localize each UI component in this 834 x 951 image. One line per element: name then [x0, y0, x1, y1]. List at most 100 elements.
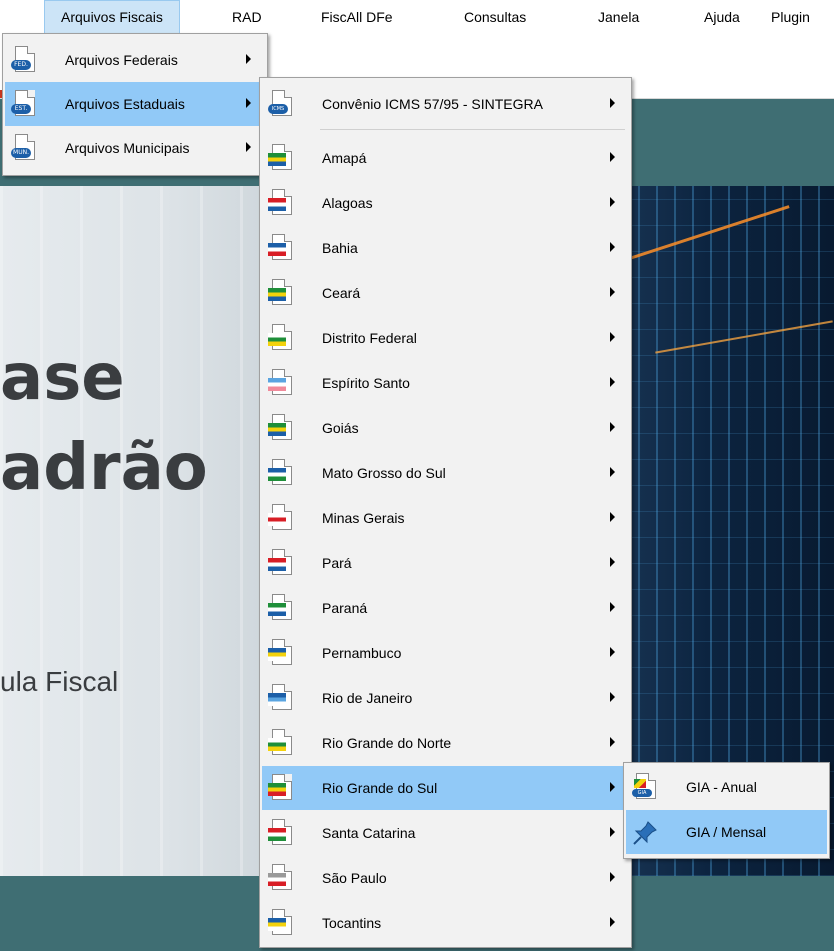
menu-separator: [320, 129, 625, 130]
state-flag-icon: [268, 504, 292, 532]
menu-item-label: Paraná: [322, 600, 368, 616]
menu-item-label: Alagoas: [322, 195, 373, 211]
menu-consultas[interactable]: Consultas: [464, 0, 526, 34]
arquivos-estaduais-menu: ICMS Convênio ICMS 57/95 - SINTEGRA Amap…: [259, 77, 632, 948]
menu-item-label: Pernambuco: [322, 645, 402, 661]
menu-item-label: Arquivos Federais: [65, 52, 178, 68]
menu-item-label: Distrito Federal: [322, 330, 417, 346]
menu-item-arquivos-municipais[interactable]: MUN. Arquivos Municipais: [5, 126, 265, 170]
menu-item-arquivos-federais[interactable]: FED. Arquivos Federais: [5, 38, 265, 82]
menu-arquivos-fiscais[interactable]: Arquivos Fiscais: [44, 0, 180, 34]
menu-item-label: Pará: [322, 555, 352, 571]
menu-item-label: Santa Catarina: [322, 825, 416, 841]
menu-ajuda[interactable]: Ajuda: [704, 0, 740, 34]
submenu-arrow-icon: [610, 782, 615, 792]
menu-item-label: Arquivos Municipais: [65, 140, 190, 156]
menu-item-label: Goiás: [322, 420, 359, 436]
menu-item-arquivos-estaduais[interactable]: EST. Arquivos Estaduais: [5, 82, 265, 126]
banner-corridor-image: [0, 186, 260, 876]
state-flag-icon: [268, 324, 292, 352]
menu-item-state[interactable]: Rio de Janeiro: [262, 676, 629, 720]
menu-item-state[interactable]: Rio Grande do Norte: [262, 721, 629, 765]
submenu-arrow-icon: [610, 692, 615, 702]
menu-item-state[interactable]: Pará: [262, 541, 629, 585]
submenu-arrow-icon: [246, 98, 251, 108]
banner-subtitle: ula Fiscal: [0, 666, 119, 697]
menu-item-label: Rio Grande do Sul: [322, 780, 438, 796]
submenu-arrow-icon: [610, 557, 615, 567]
menu-item-label: Arquivos Estaduais: [65, 96, 185, 112]
document-icms-icon: ICMS: [268, 90, 292, 118]
state-flag-icon: [268, 774, 292, 802]
state-flag-icon: [268, 279, 292, 307]
submenu-arrow-icon: [610, 737, 615, 747]
submenu-arrow-icon: [610, 512, 615, 522]
state-flag-icon: [268, 639, 292, 667]
submenu-arrow-icon: [610, 872, 615, 882]
submenu-arrow-icon: [610, 287, 615, 297]
menu-item-label: São Paulo: [322, 870, 387, 886]
state-flag-icon: [268, 729, 292, 757]
menu-item-state[interactable]: Alagoas: [262, 181, 629, 225]
menu-item-state[interactable]: Bahia: [262, 226, 629, 270]
state-flag-icon: [268, 144, 292, 172]
document-fed-icon: FED.: [11, 46, 35, 74]
menu-item-label: Minas Gerais: [322, 510, 405, 526]
menu-item-label: Rio Grande do Norte: [322, 735, 452, 751]
menu-item-state[interactable]: Distrito Federal: [262, 316, 629, 360]
state-flag-icon: [268, 684, 292, 712]
state-flag-icon: [268, 189, 292, 217]
menu-plugin[interactable]: Plugin: [771, 0, 810, 34]
menu-item-gia-anual[interactable]: GIA GIA - Anual: [626, 765, 827, 809]
menu-item-state[interactable]: Ceará: [262, 271, 629, 315]
document-est-icon: EST.: [11, 90, 35, 118]
submenu-arrow-icon: [610, 242, 615, 252]
menu-item-state[interactable]: Rio Grande do Sul: [262, 766, 629, 810]
state-flag-icon: [268, 459, 292, 487]
menu-item-label: GIA / Mensal: [686, 824, 767, 840]
submenu-arrow-icon: [610, 197, 615, 207]
menu-item-state[interactable]: Espírito Santo: [262, 361, 629, 405]
document-mun-icon: MUN.: [11, 134, 35, 162]
submenu-arrow-icon: [610, 647, 615, 657]
menu-item-state[interactable]: Tocantins: [262, 901, 629, 945]
menu-item-convenio-icms[interactable]: ICMS Convênio ICMS 57/95 - SINTEGRA: [262, 82, 629, 126]
menu-item-label: GIA - Anual: [686, 779, 757, 795]
state-flag-icon: [268, 549, 292, 577]
state-flag-icon: [268, 819, 292, 847]
document-gia-icon: GIA: [632, 773, 656, 801]
menu-item-label: Espírito Santo: [322, 375, 410, 391]
submenu-arrow-icon: [246, 54, 251, 64]
submenu-arrow-icon: [610, 332, 615, 342]
menu-fiscall-dfe[interactable]: FiscAll DFe: [321, 0, 393, 34]
submenu-arrow-icon: [610, 467, 615, 477]
submenu-arrow-icon: [610, 917, 615, 927]
menu-item-state[interactable]: Paraná: [262, 586, 629, 630]
submenu-arrow-icon: [610, 377, 615, 387]
menu-item-state[interactable]: Santa Catarina: [262, 811, 629, 855]
menu-item-state[interactable]: Mato Grosso do Sul: [262, 451, 629, 495]
menu-item-state[interactable]: Amapá: [262, 136, 629, 180]
state-flag-icon: [268, 909, 292, 937]
state-flag-icon: [268, 369, 292, 397]
menu-item-label: Convênio ICMS 57/95 - SINTEGRA: [322, 96, 543, 112]
menu-janela[interactable]: Janela: [598, 0, 639, 34]
menu-item-state[interactable]: Goiás: [262, 406, 629, 450]
banner-title-line1: ase: [0, 341, 125, 415]
submenu-arrow-icon: [610, 422, 615, 432]
submenu-arrow-icon: [610, 827, 615, 837]
menu-item-label: Amapá: [322, 150, 367, 166]
menu-item-state[interactable]: Minas Gerais: [262, 496, 629, 540]
menu-item-label: Bahia: [322, 240, 358, 256]
menu-rad[interactable]: RAD: [232, 0, 262, 34]
menu-item-gia-mensal[interactable]: GIA / Mensal: [626, 810, 827, 854]
state-flag-icon: [268, 594, 292, 622]
menu-item-state[interactable]: São Paulo: [262, 856, 629, 900]
state-flag-icon: [268, 864, 292, 892]
menu-item-state[interactable]: Pernambuco: [262, 631, 629, 675]
pin-icon: [632, 818, 657, 846]
submenu-arrow-icon: [246, 142, 251, 152]
rio-grande-do-sul-menu: GIA GIA - Anual GIA / Mensal: [623, 762, 830, 859]
state-flag-icon: [268, 414, 292, 442]
menu-item-label: Ceará: [322, 285, 361, 301]
